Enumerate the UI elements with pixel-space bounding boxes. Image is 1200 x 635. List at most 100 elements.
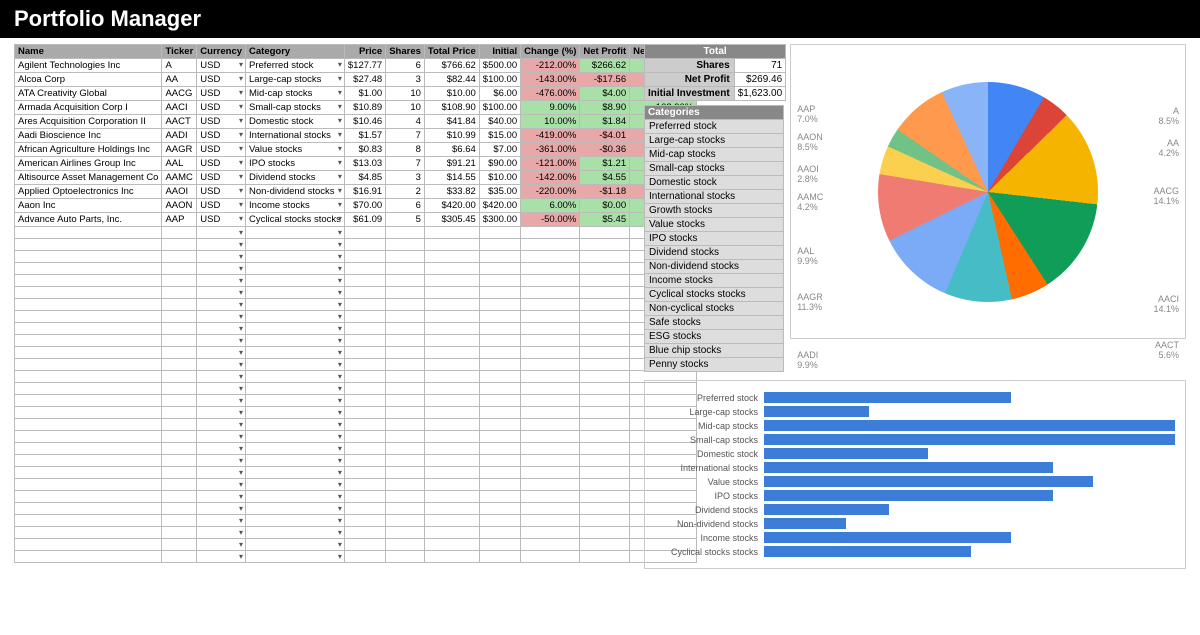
table-row[interactable]: ATA Creativity GlobalAACGUSDMid-cap stoc… (15, 87, 697, 101)
cell-currency[interactable]: USD (197, 143, 246, 157)
cell-category[interactable]: International stocks (246, 129, 345, 143)
cell-price[interactable]: $0.83 (344, 143, 385, 157)
cell-initial[interactable]: $420.00 (479, 199, 520, 213)
col-header[interactable]: Name (15, 45, 162, 59)
cell-price[interactable]: $10.46 (344, 115, 385, 129)
empty-row[interactable] (15, 323, 697, 335)
table-row[interactable]: Aadi Bioscience IncAADIUSDInternational … (15, 129, 697, 143)
cell-change[interactable]: -143.00% (521, 73, 580, 87)
cell-totalprice[interactable]: $91.21 (424, 157, 479, 171)
cell-price[interactable]: $1.00 (344, 87, 385, 101)
cell-currency[interactable]: USD (197, 73, 246, 87)
table-row[interactable]: Ares Acquisition Corporation IIAACTUSDDo… (15, 115, 697, 129)
cell-netprofit[interactable]: $0.00 (580, 199, 630, 213)
cell-change[interactable]: -212.00% (521, 59, 580, 73)
empty-row[interactable] (15, 407, 697, 419)
cell-ticker[interactable]: AAOI (162, 185, 197, 199)
empty-row[interactable] (15, 467, 697, 479)
table-row[interactable]: Advance Auto Parts, Inc.AAPUSDCyclical s… (15, 213, 697, 227)
cell-shares[interactable]: 10 (386, 101, 425, 115)
cell-category[interactable]: Income stocks (246, 199, 345, 213)
cell-shares[interactable]: 6 (386, 59, 425, 73)
cell-ticker[interactable]: AADI (162, 129, 197, 143)
empty-row[interactable] (15, 359, 697, 371)
empty-row[interactable] (15, 299, 697, 311)
cell-initial[interactable]: $40.00 (479, 115, 520, 129)
cell-change[interactable]: -50.00% (521, 213, 580, 227)
cell-ticker[interactable]: AAL (162, 157, 197, 171)
cell-price[interactable]: $16.91 (344, 185, 385, 199)
col-header[interactable]: Price (344, 45, 385, 59)
cell-currency[interactable]: USD (197, 59, 246, 73)
cell-netprofit[interactable]: -$4.01 (580, 129, 630, 143)
cell-totalprice[interactable]: $10.00 (424, 87, 479, 101)
table-row[interactable]: Aaon IncAAONUSDIncome stocks$70.006$420.… (15, 199, 697, 213)
cell-currency[interactable]: USD (197, 171, 246, 185)
cell-totalprice[interactable]: $33.82 (424, 185, 479, 199)
cell-change[interactable]: -142.00% (521, 171, 580, 185)
empty-row[interactable] (15, 515, 697, 527)
table-row[interactable]: Armada Acquisition Corp IAACIUSDSmall-ca… (15, 101, 697, 115)
cell-change[interactable]: -476.00% (521, 87, 580, 101)
cell-change[interactable]: 9.00% (521, 101, 580, 115)
cell-category[interactable]: Value stocks (246, 143, 345, 157)
cell-change[interactable]: -419.00% (521, 129, 580, 143)
empty-row[interactable] (15, 443, 697, 455)
cell-ticker[interactable]: AAP (162, 213, 197, 227)
empty-row[interactable] (15, 395, 697, 407)
cell-totalprice[interactable]: $108.90 (424, 101, 479, 115)
empty-row[interactable] (15, 347, 697, 359)
cell-shares[interactable]: 3 (386, 73, 425, 87)
cell-totalprice[interactable]: $420.00 (424, 199, 479, 213)
empty-row[interactable] (15, 239, 697, 251)
cell-category[interactable]: IPO stocks (246, 157, 345, 171)
empty-row[interactable] (15, 455, 697, 467)
cell-category[interactable]: Cyclical stocks stocks (246, 213, 345, 227)
cell-price[interactable]: $127.77 (344, 59, 385, 73)
cell-shares[interactable]: 4 (386, 115, 425, 129)
empty-row[interactable] (15, 275, 697, 287)
table-row[interactable]: African Agriculture Holdings IncAAGRUSDV… (15, 143, 697, 157)
cell-category[interactable]: Large-cap stocks (246, 73, 345, 87)
cell-netprofit[interactable]: $1.21 (580, 157, 630, 171)
col-header[interactable]: Initial (479, 45, 520, 59)
col-header[interactable]: Currency (197, 45, 246, 59)
cell-name[interactable]: ATA Creativity Global (15, 87, 162, 101)
col-header[interactable]: Category (246, 45, 345, 59)
portfolio-table[interactable]: NameTickerCurrencyCategoryPriceSharesTot… (14, 44, 697, 563)
cell-ticker[interactable]: AAMC (162, 171, 197, 185)
table-row[interactable]: Agilent Technologies IncAUSDPreferred st… (15, 59, 697, 73)
cell-totalprice[interactable]: $6.64 (424, 143, 479, 157)
cell-shares[interactable]: 7 (386, 129, 425, 143)
cell-name[interactable]: Armada Acquisition Corp I (15, 101, 162, 115)
cell-initial[interactable]: $35.00 (479, 185, 520, 199)
cell-price[interactable]: $4.85 (344, 171, 385, 185)
cell-currency[interactable]: USD (197, 185, 246, 199)
empty-row[interactable] (15, 383, 697, 395)
cell-name[interactable]: African Agriculture Holdings Inc (15, 143, 162, 157)
cell-shares[interactable]: 2 (386, 185, 425, 199)
cell-name[interactable]: American Airlines Group Inc (15, 157, 162, 171)
cell-totalprice[interactable]: $82.44 (424, 73, 479, 87)
cell-price[interactable]: $27.48 (344, 73, 385, 87)
cell-ticker[interactable]: AACT (162, 115, 197, 129)
cell-category[interactable]: Domestic stock (246, 115, 345, 129)
empty-row[interactable] (15, 539, 697, 551)
cell-netprofit[interactable]: -$17.56 (580, 73, 630, 87)
empty-row[interactable] (15, 431, 697, 443)
cell-currency[interactable]: USD (197, 213, 246, 227)
cell-ticker[interactable]: AACG (162, 87, 197, 101)
empty-row[interactable] (15, 287, 697, 299)
cell-price[interactable]: $1.57 (344, 129, 385, 143)
cell-category[interactable]: Mid-cap stocks (246, 87, 345, 101)
empty-row[interactable] (15, 311, 697, 323)
empty-row[interactable] (15, 419, 697, 431)
cell-ticker[interactable]: A (162, 59, 197, 73)
cell-name[interactable]: Agilent Technologies Inc (15, 59, 162, 73)
cell-initial[interactable]: $7.00 (479, 143, 520, 157)
cell-currency[interactable]: USD (197, 199, 246, 213)
cell-shares[interactable]: 5 (386, 213, 425, 227)
cell-ticker[interactable]: AACI (162, 101, 197, 115)
empty-row[interactable] (15, 491, 697, 503)
empty-row[interactable] (15, 251, 697, 263)
